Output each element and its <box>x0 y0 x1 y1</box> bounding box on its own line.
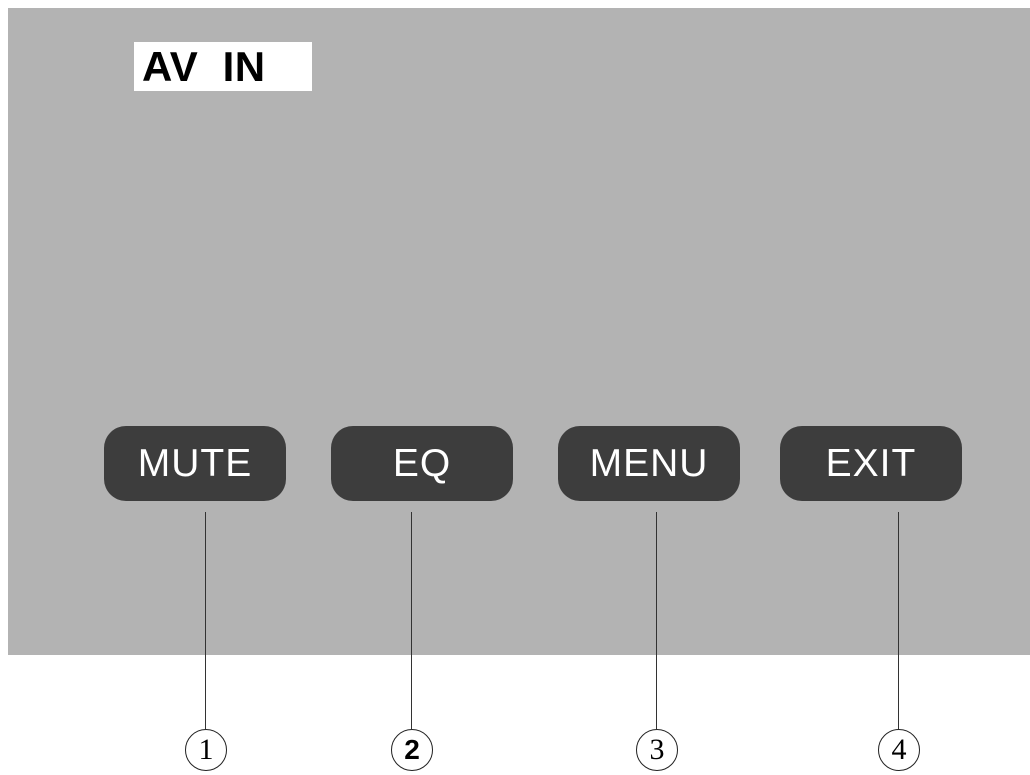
input-source-label: AV IN <box>134 42 312 91</box>
leader-line-3 <box>656 512 657 729</box>
eq-button[interactable]: EQ <box>331 426 513 501</box>
menu-button[interactable]: MENU <box>558 426 740 501</box>
callout-number-1: 1 <box>185 729 227 771</box>
leader-line-2 <box>411 512 412 729</box>
osd-screen: AV IN <box>8 8 1030 655</box>
callout-number-2: 2 <box>391 729 433 771</box>
callout-number-3: 3 <box>636 729 678 771</box>
leader-line-4 <box>898 512 899 729</box>
exit-button[interactable]: EXIT <box>780 426 962 501</box>
callout-number-4: 4 <box>878 729 920 771</box>
mute-button[interactable]: MUTE <box>104 426 286 501</box>
leader-line-1 <box>205 512 206 729</box>
